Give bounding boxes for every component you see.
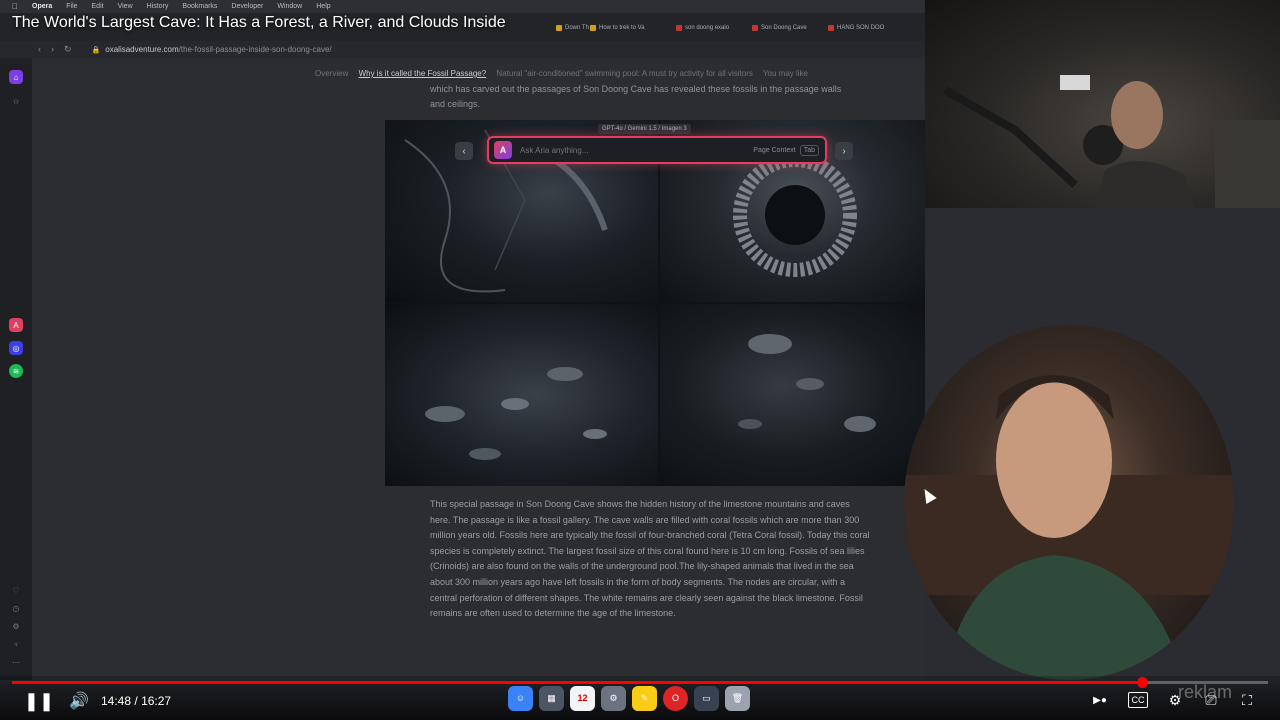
menu-help[interactable]: Help: [316, 3, 330, 10]
apple-icon[interactable]: : [12, 2, 18, 11]
home-icon[interactable]: ⌂: [9, 70, 23, 84]
current-time: 14:48: [101, 694, 132, 708]
webcam-scene: [943, 75, 1280, 208]
menu-bookmarks[interactable]: Bookmarks: [182, 3, 217, 10]
screen-recorder-icon[interactable]: ▭: [694, 685, 719, 711]
pause-icon[interactable]: ❚❚: [24, 690, 54, 712]
aria-model-badge: GPT-4o / Gemini 1.5 / Imagen 3: [598, 124, 691, 134]
duration: 16:27: [141, 694, 172, 708]
pin-icon[interactable]: ♆: [9, 637, 23, 651]
chatgpt-icon[interactable]: ◎: [9, 341, 23, 355]
autoplay-toggle-icon[interactable]: ▶●: [1086, 692, 1114, 708]
menu-history[interactable]: History: [147, 3, 169, 10]
video-title: The World's Largest Cave: It Has a Fores…: [12, 14, 506, 31]
launchpad-icon[interactable]: ▦: [539, 685, 564, 711]
menu-view[interactable]: View: [118, 3, 133, 10]
reklam-watermark: reklam: [1178, 682, 1233, 702]
volume-icon[interactable]: 🔊: [68, 690, 90, 712]
address-bar[interactable]: ‹›↻ 🔒 oxalisadventure.com /the-fossil-pa…: [0, 41, 930, 58]
fullscreen-icon[interactable]: ⛶: [1236, 690, 1258, 710]
spotify-icon[interactable]: ≋: [9, 364, 23, 378]
more-icon[interactable]: ⋯: [9, 655, 23, 669]
settings-icon[interactable]: ⚙: [601, 685, 626, 711]
menu-window[interactable]: Window: [277, 3, 302, 10]
presenter-scene: [904, 375, 1234, 680]
faded-paragraph: which has carved out the passages of Son…: [430, 84, 842, 109]
web-page: Overview Why is it called the Fossil Pas…: [32, 62, 925, 680]
menu-developer[interactable]: Developer: [231, 3, 263, 10]
url-path: /the-fossil-passage-inside-son-doong-cav…: [178, 45, 332, 54]
back-forward-reload-icons[interactable]: ‹›↻: [38, 44, 82, 55]
captions-icon[interactable]: CC: [1128, 692, 1148, 708]
tab-favicon-icon: [590, 25, 596, 31]
aria-command-bar: A Page Context Tab: [487, 136, 827, 164]
video-time: 14:48 / 16:27: [101, 694, 171, 708]
fossil-image-gallery: [385, 120, 925, 486]
time-separator: /: [134, 694, 138, 708]
aria-icon[interactable]: A: [9, 318, 23, 332]
tab-favicon-icon: [556, 25, 562, 31]
menu-edit[interactable]: Edit: [92, 3, 104, 10]
browser-tab[interactable]: Son Doong Cave: [752, 21, 807, 35]
toc-item-active[interactable]: Why is it called the Fossil Passage?: [359, 69, 487, 78]
aria-input[interactable]: [512, 145, 754, 155]
finder-icon[interactable]: ☺: [508, 685, 533, 711]
page-context-label[interactable]: Page Context: [753, 147, 795, 154]
table-of-contents: Overview Why is it called the Fossil Pas…: [315, 69, 816, 78]
toc-item[interactable]: Overview: [315, 69, 348, 78]
gear-icon[interactable]: ⚙: [9, 619, 23, 633]
menubar-app-name[interactable]: Opera: [32, 3, 52, 10]
toc-item[interactable]: You may like: [763, 69, 808, 78]
screen:  Opera File Edit View History Bookmarks…: [0, 0, 1280, 720]
aria-logo-icon: A: [494, 141, 512, 159]
url-domain: oxalisadventure.com: [105, 45, 179, 54]
article-paragraph: This special passage in Son Doong Cave s…: [430, 499, 870, 619]
lock-icon: 🔒: [91, 46, 101, 54]
browser-sidebar: ⌂ ☆ A ◎ ≋ ♡ ◷ ⚙ ♆ ⋯: [0, 58, 32, 680]
browser-tab[interactable]: HANG SON DOO: [828, 21, 884, 35]
menu-file[interactable]: File: [66, 3, 77, 10]
trash-icon[interactable]: 🗑: [725, 685, 750, 711]
presenter-circle-cam: [904, 325, 1234, 680]
clock-icon[interactable]: ◷: [9, 601, 23, 615]
opera-icon[interactable]: O: [663, 685, 688, 711]
mac-dock: ☺ ▦ 12 ⚙ ✎ O ▭ 🗑: [508, 683, 750, 713]
tab-key-hint: Tab: [799, 144, 819, 156]
notes-icon[interactable]: ✎: [632, 685, 657, 711]
star-icon[interactable]: ☆: [9, 94, 23, 108]
youtube-icon: [828, 25, 834, 31]
webcam-overlay: [925, 0, 1280, 208]
toc-item[interactable]: Natural "air-conditioned" swimming pool:…: [496, 69, 752, 78]
gallery-prev-button[interactable]: ‹: [455, 142, 473, 160]
gallery-next-button[interactable]: ›: [835, 142, 853, 160]
browser-tab[interactable]: Down Th: [556, 21, 589, 35]
fossil-image[interactable]: [660, 304, 925, 486]
youtube-icon: [676, 25, 682, 31]
heart-icon[interactable]: ♡: [9, 583, 23, 597]
calendar-icon[interactable]: 12: [570, 685, 595, 711]
fossil-texture: [738, 334, 876, 432]
browser-tab[interactable]: son doong exalo: [676, 21, 729, 35]
fossil-texture: [425, 367, 607, 460]
youtube-icon: [752, 25, 758, 31]
browser-tab[interactable]: How to trek to Va: [590, 21, 645, 35]
fossil-image[interactable]: [385, 304, 658, 486]
